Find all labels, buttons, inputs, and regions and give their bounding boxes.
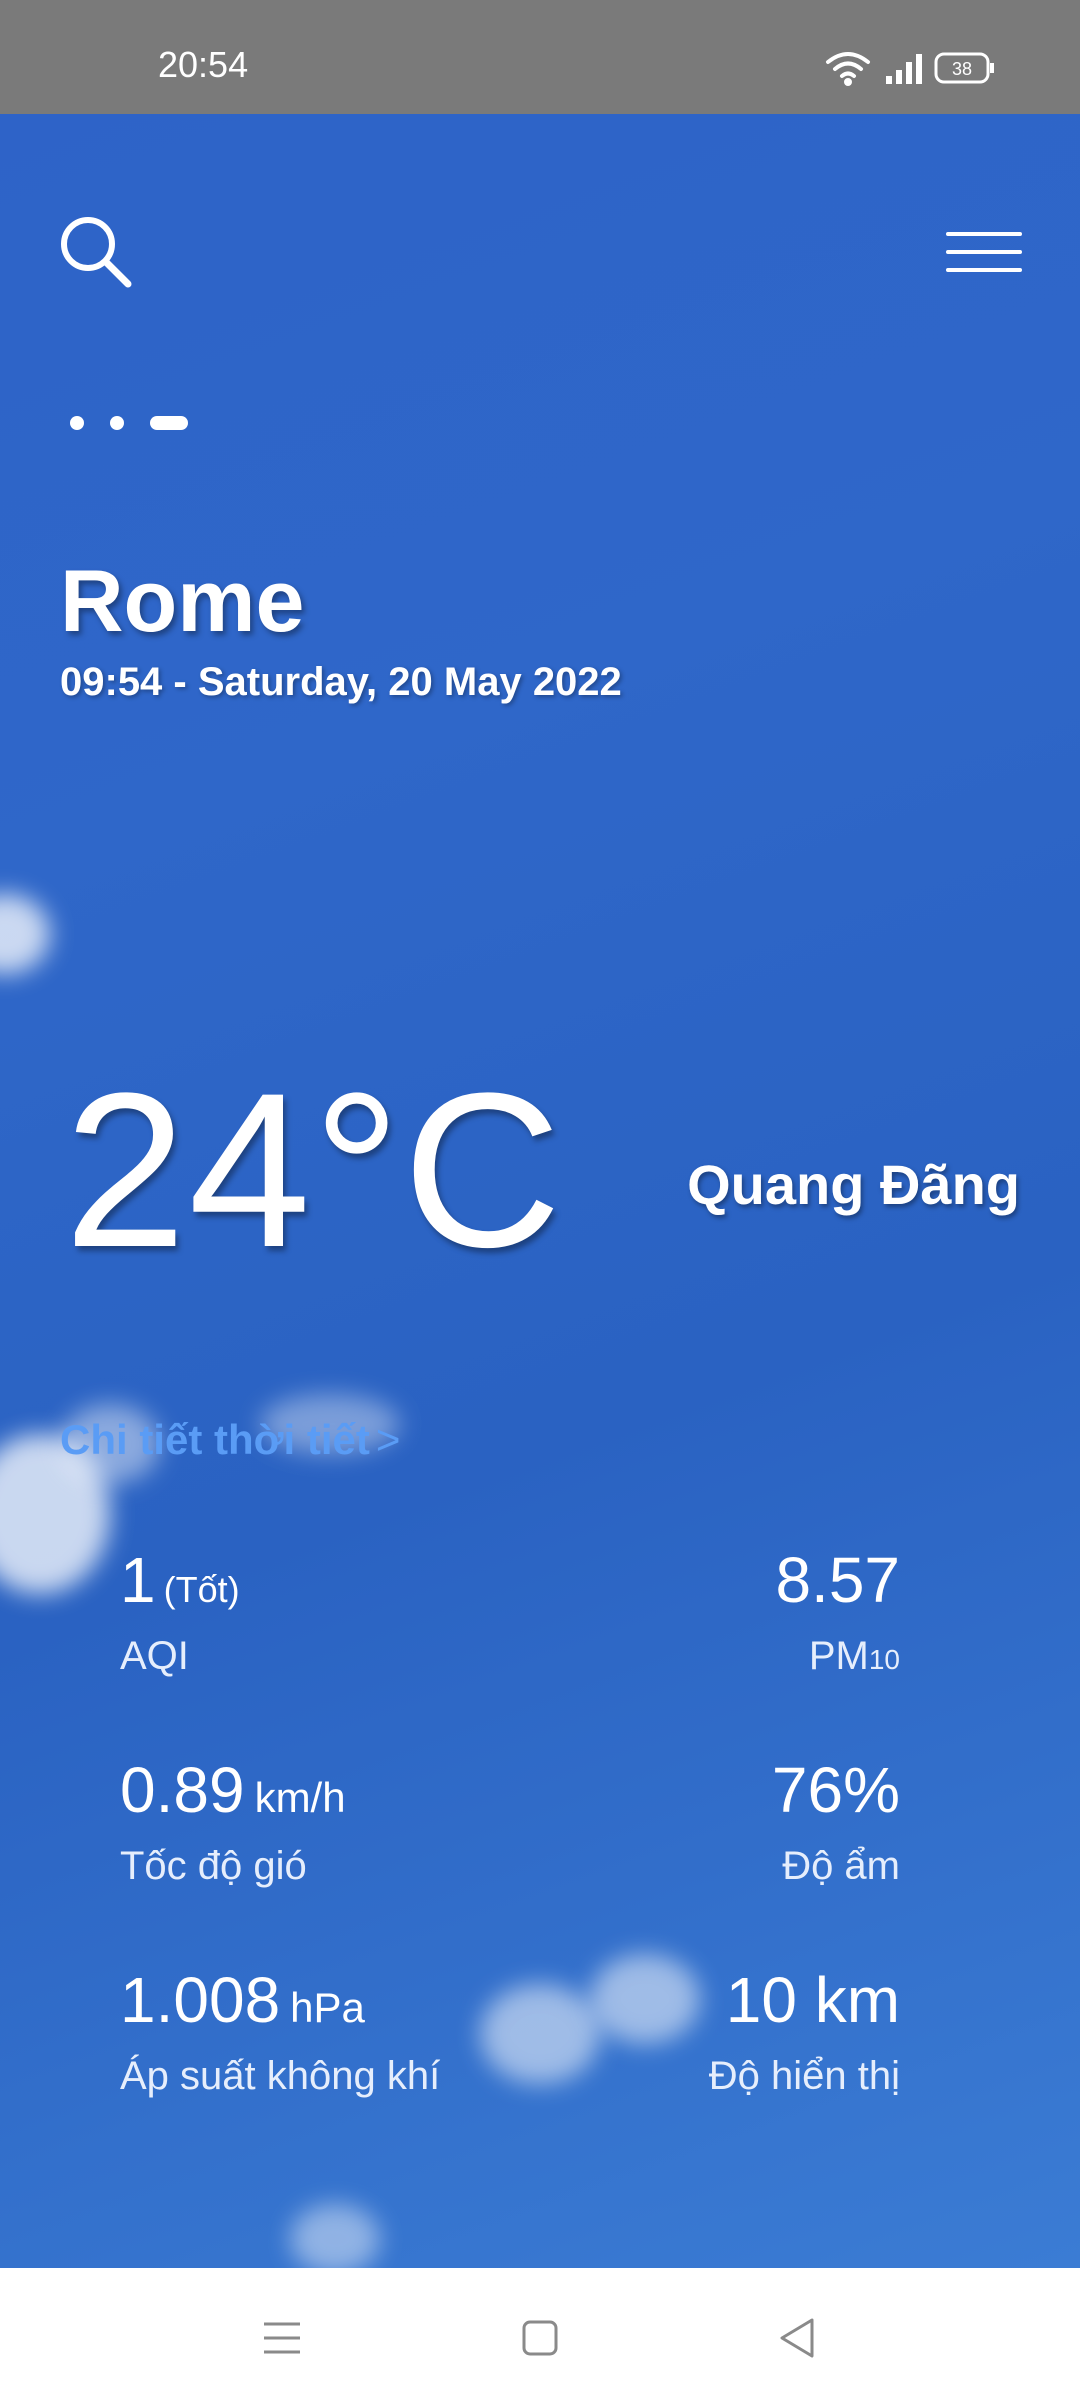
status-icons: 38	[826, 52, 994, 86]
back-triangle-icon[interactable]	[768, 2308, 828, 2368]
humidity-label: Độ ẩm	[782, 1844, 900, 1888]
status-bar: 20:54 38	[0, 0, 1080, 114]
system-nav-bar	[0, 2268, 1080, 2400]
aqi-value: 1	[120, 1544, 156, 1616]
status-time: 20:54	[158, 44, 249, 85]
aqi-metric: 1 (Tốt) AQI	[120, 1548, 240, 1679]
aqi-label: AQI	[120, 1634, 189, 1678]
pm10-metric: 8.57 PM10	[775, 1548, 900, 1679]
pager-dot[interactable]	[110, 416, 124, 430]
pm10-value: 8.57	[775, 1544, 900, 1616]
wind-unit: km/h	[254, 1774, 346, 1821]
wind-metric: 0.89 km/h Tốc độ gió	[120, 1758, 346, 1889]
pressure-label: Áp suất không khí	[120, 2054, 441, 2098]
humidity-metric: 76% Độ ẩm	[772, 1758, 900, 1889]
search-icon	[61, 217, 132, 288]
wind-value: 0.89	[120, 1754, 245, 1826]
wind-label: Tốc độ gió	[120, 1844, 307, 1888]
battery-icon: 38	[934, 52, 994, 84]
pager-dot-active[interactable]	[150, 416, 188, 430]
battery-level: 38	[952, 59, 972, 79]
city-name: Rome	[60, 551, 305, 650]
humidity-value: 76%	[771, 1754, 900, 1826]
visibility-metric: 10 km Độ hiển thị	[709, 1968, 900, 2099]
menu-button[interactable]	[944, 228, 1024, 278]
pm10-label: PM	[808, 1634, 869, 1678]
pressure-metric: 1.008 hPa Áp suất không khí	[120, 1968, 440, 2099]
pressure-value: 1.008	[120, 1964, 281, 2036]
weather-condition: Quang Đãng	[687, 1153, 1020, 1216]
weather-details-link[interactable]: Chi tiết thời tiết >	[60, 1416, 400, 1464]
visibility-label: Độ hiển thị	[708, 2054, 900, 2098]
pager-dot[interactable]	[70, 416, 84, 430]
current-temperature: 24°C	[64, 1047, 564, 1293]
home-square-icon[interactable]	[510, 2308, 570, 2368]
menu-icon	[946, 232, 1022, 272]
visibility-value: 10 km	[725, 1964, 900, 2036]
aqi-note: (Tốt)	[163, 1569, 240, 1610]
local-datetime: 09:54 - Saturday, 20 May 2022	[60, 660, 622, 704]
wifi-icon	[826, 52, 870, 86]
weather-details-label: Chi tiết thời tiết	[60, 1416, 370, 1463]
pressure-unit: hPa	[290, 1984, 365, 2031]
chevron-right-icon: >	[375, 1416, 401, 1463]
search-button[interactable]	[56, 212, 136, 292]
recents-menu-icon[interactable]	[252, 2308, 312, 2368]
signal-icon	[886, 54, 922, 84]
pm10-subscript: 10	[868, 1644, 900, 1675]
